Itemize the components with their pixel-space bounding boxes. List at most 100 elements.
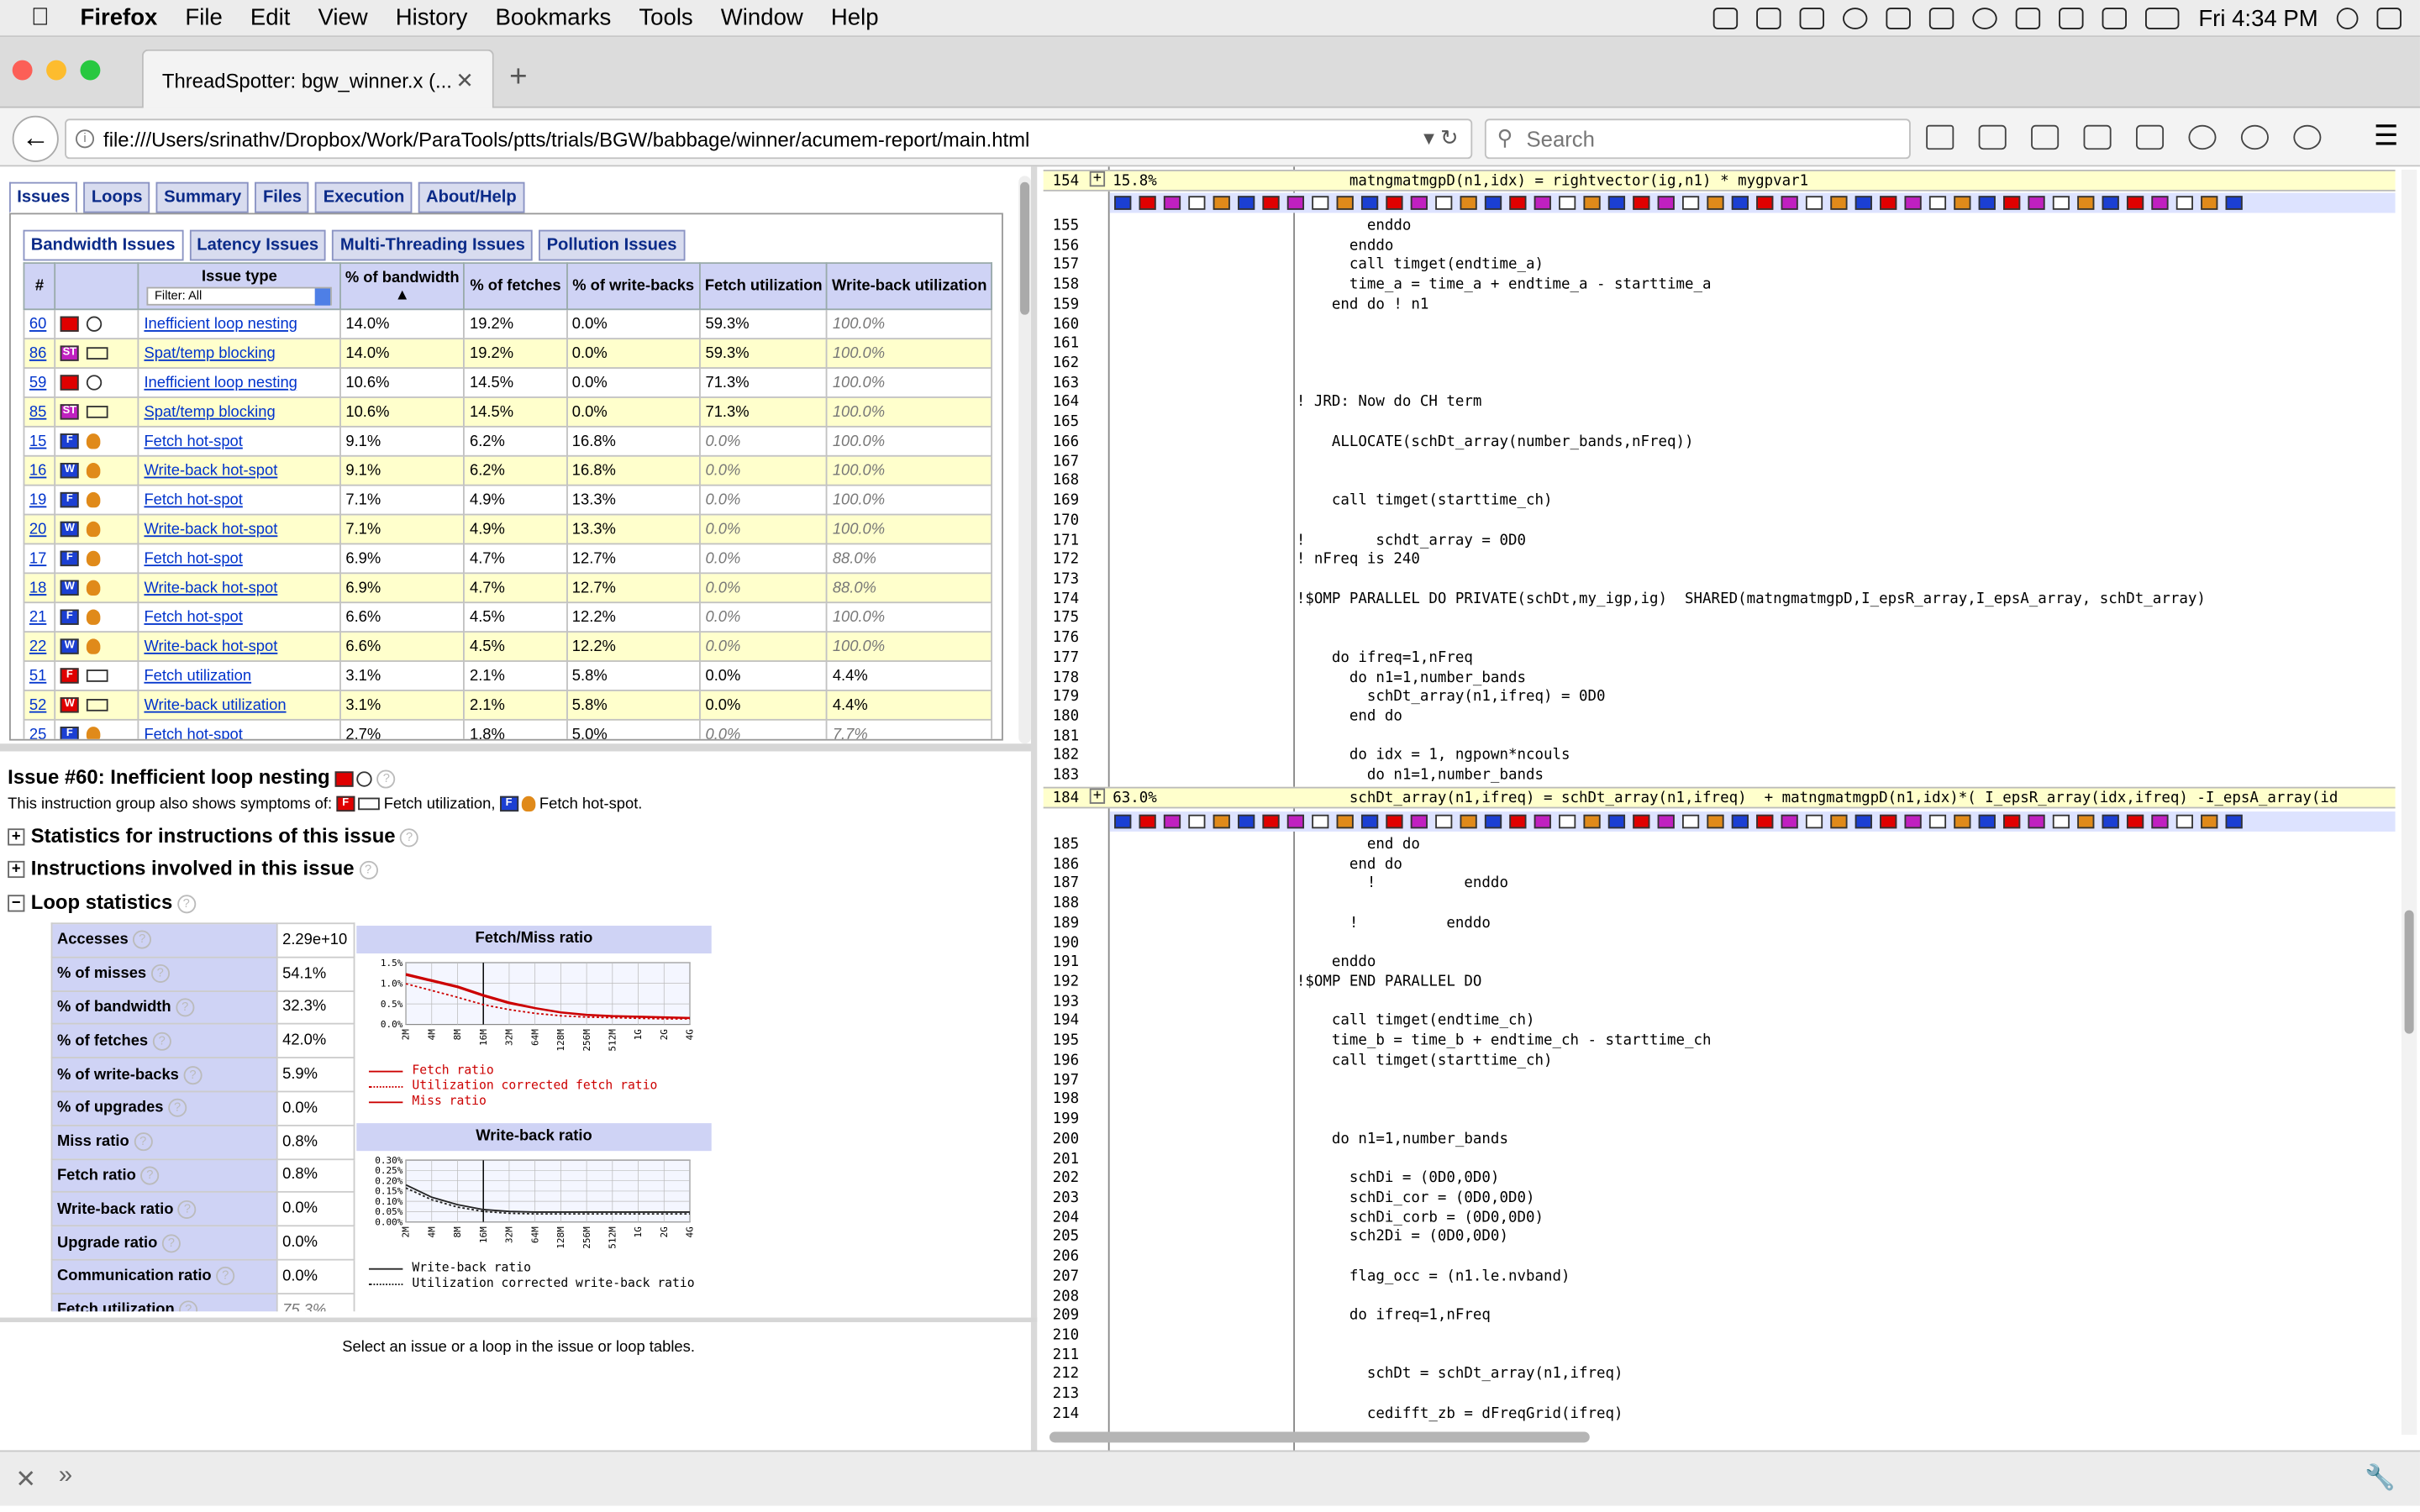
code-line[interactable]: 195 time_b = time_b + endtime_ch - start… [1044,1032,2420,1052]
table-row[interactable]: 85 ST Spat/temp blocking 10.6% 14.5% 0.0% 71.… [23,396,992,428]
instruction-icon[interactable] [1880,814,1897,829]
issue-id[interactable]: 16 [23,454,56,486]
issue-type[interactable]: Write-back hot-spot [138,631,341,662]
code-line[interactable]: 191 enddo [1044,954,2420,974]
code-line[interactable]: 182 do idx = 1, ngpown*ncouls [1044,748,2420,767]
issue-id[interactable]: 20 [23,513,56,545]
code-line[interactable]: 156 enddo [1044,237,2420,256]
code-line[interactable]: 157 call timget(endtime_a) [1044,257,2420,276]
code-line[interactable]: 193 [1044,993,2420,1012]
col-fetch-utilization[interactable]: Fetch utilization [699,262,829,311]
instruction-icon[interactable] [1435,814,1453,829]
instruction-icon[interactable] [1583,196,1601,210]
code-line[interactable]: 177 do ifreq=1,nFreq [1044,649,2420,669]
tab-pollution-issues[interactable]: Pollution Issues [539,229,685,261]
tab-files[interactable]: Files [255,181,310,213]
table-row[interactable]: 18 W Write-back hot-spot 6.9% 4.7% 12.7% 0.0%… [23,572,992,604]
instruction-icon[interactable] [1336,196,1354,210]
code-line[interactable]: 196 call timget(starttime_ch) [1044,1052,2420,1071]
instruction-icon[interactable] [1163,814,1181,829]
code-line[interactable]: 172! nFreq is 240 [1044,551,2420,570]
tab-bandwidth-issues[interactable]: Bandwidth Issues [23,229,183,261]
volume-icon[interactable] [2016,8,2041,29]
issue-type[interactable]: Fetch hot-spot [138,543,341,575]
code-line[interactable]: 169 call timget(starttime_ch) [1044,492,2420,512]
instruction-icon[interactable] [1781,196,1798,210]
clock[interactable]: Fri 4:34 PM [2198,5,2317,31]
menu-history[interactable]: History [396,5,468,31]
instruction-icon[interactable] [1607,196,1626,210]
issue-id[interactable]: 18 [23,572,56,604]
close-window-button[interactable] [12,60,33,81]
col-id[interactable]: # [23,262,56,311]
issue-id[interactable]: 15 [23,425,56,457]
code-line[interactable]: 213 [1044,1386,2420,1405]
instruction-icon[interactable] [1410,814,1428,829]
code-line[interactable]: 163 [1044,375,2420,394]
instruction-icon[interactable] [1435,196,1453,210]
tab-latency-issues[interactable]: Latency Issues [189,229,327,261]
instruction-icon[interactable] [1188,196,1206,210]
instruction-icon[interactable] [1559,196,1576,210]
back-button[interactable]: ← [12,115,59,162]
col-fetches[interactable]: % of fetches [463,262,568,311]
bluetooth-icon[interactable] [2060,8,2085,29]
table-row[interactable]: 52 W Write-back utilization 3.1% 2.1% 5.8% 0.… [23,690,992,721]
hamburger-menu-icon[interactable]: ☰ [2374,122,2402,150]
col-write-backs[interactable]: % of write-backs [566,262,701,311]
table-row[interactable]: 19 F Fetch hot-spot 7.1% 4.9% 13.3% 0.0% 100.0… [23,484,992,516]
menu-window[interactable]: Window [721,5,803,31]
instruction-icon[interactable] [1830,814,1848,829]
instruction-icon[interactable] [1756,814,1774,829]
issue-type[interactable]: Fetch utilization [138,660,341,691]
hot-line-154[interactable]: 154 +15.8% matngmatmgpD(n1,idx) = rightve… [1043,170,2396,192]
instruction-icon[interactable] [2003,196,2021,210]
instruction-icon[interactable] [1657,196,1675,210]
source-scrollbar[interactable] [2401,170,2417,1436]
code-line[interactable]: 176 [1044,630,2420,649]
minimize-window-button[interactable] [46,60,66,81]
section-instructions[interactable]: + Instructions involved in this issue? [8,856,378,879]
instruction-icon[interactable] [1534,814,1551,829]
instruction-icon[interactable] [1238,814,1255,829]
pocket-icon[interactable] [2031,124,2060,150]
instruction-icon[interactable] [1928,196,1947,210]
tab-summary[interactable]: Summary [155,181,250,213]
instruction-icon[interactable] [2052,196,2070,210]
instruction-icon[interactable] [2102,196,2119,210]
search-field[interactable]: ⚲ Search [1484,118,1911,160]
instruction-icon[interactable] [1707,814,1724,829]
instruction-icon[interactable] [1707,196,1724,210]
table-row[interactable]: 20 W Write-back hot-spot 7.1% 4.9% 13.3% 0.0%… [23,513,992,545]
issue-type[interactable]: Fetch hot-spot [138,718,341,739]
downloads-icon[interactable] [2083,124,2112,150]
code-line[interactable]: 158 time_a = time_a + endtime_a - startt… [1044,276,2420,296]
issue-type[interactable]: Spat/temp blocking [138,338,341,369]
code-line[interactable]: 198 [1044,1091,2420,1110]
col-write-back-utilization[interactable]: Write-back utilization [826,262,992,311]
issue-type[interactable]: Inefficient loop nesting [138,367,341,398]
table-row[interactable]: 51 F Fetch utilization 3.1% 2.1% 5.8% 0.0% 4.4… [23,660,992,691]
issue-type[interactable]: Inefficient loop nesting [138,308,341,340]
instruction-icon[interactable] [1904,196,1922,210]
instruction-icon[interactable] [2077,814,2095,829]
close-icon[interactable]: ✕ [15,1464,36,1495]
help-icon[interactable]: ? [140,1166,160,1185]
instruction-icon[interactable] [1188,814,1206,829]
instruction-icon[interactable] [2028,814,2045,829]
window-icon[interactable] [1929,8,1955,29]
pane-splitter-bottom[interactable] [0,1317,1038,1323]
code-line[interactable]: 175 [1044,610,2420,629]
app-menu[interactable]: Firefox [81,5,158,31]
instruction-icon[interactable] [2003,814,2021,829]
instruction-icon[interactable] [1460,196,1477,210]
menu-help[interactable]: Help [831,5,879,31]
hot-line-184[interactable]: 184 +63.0% schDt_array(n1,ifreq) = schDt_… [1043,786,2396,809]
code-line[interactable]: 206 [1044,1248,2420,1268]
issue-type[interactable]: Fetch hot-spot [138,484,341,516]
tray-app-icon[interactable] [1713,8,1739,29]
table-row[interactable]: 59 Inefficient loop nesting 10.6% 14.5% 0.0… [23,367,992,398]
code-line[interactable]: 180 end do [1044,708,2420,727]
issue-id[interactable]: 25 [23,718,56,739]
instruction-icon[interactable] [2126,814,2144,829]
